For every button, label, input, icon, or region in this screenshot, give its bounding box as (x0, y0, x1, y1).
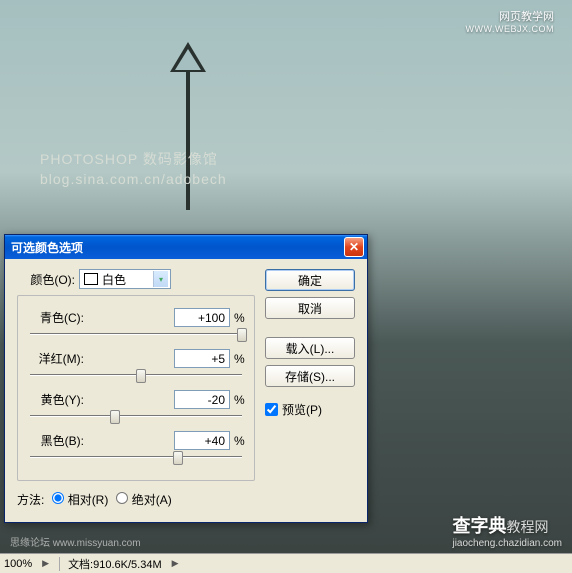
slider-group: 青色(C): % 洋红(M): % (17, 295, 255, 481)
magenta-slider[interactable] (30, 368, 242, 384)
black-thumb[interactable] (173, 451, 183, 465)
color-dropdown-value: 白色 (102, 271, 126, 288)
cyan-label: 青色(C): (26, 309, 88, 326)
watermark-mid-line2: blog.sina.com.cn/adobech (40, 170, 227, 190)
watermark-mid: PHOTOSHOP 数码影像馆 blog.sina.com.cn/adobech (40, 150, 227, 189)
yellow-row: 黄色(Y): % (26, 390, 246, 425)
yellow-slider[interactable] (30, 409, 242, 425)
close-icon: ✕ (349, 240, 359, 254)
magenta-thumb[interactable] (136, 369, 146, 383)
radio-relative[interactable] (52, 492, 64, 504)
preview-label: 预览(P) (282, 401, 322, 418)
doc-size: 文档:910.6K/5.34M (68, 556, 162, 572)
watermark-bottom-right: 查字典教程网 jiaocheng.chazidian.com (452, 512, 562, 549)
watermark-mid-line1: PHOTOSHOP 数码影像馆 (40, 150, 227, 170)
save-button[interactable]: 存储(S)... (265, 365, 355, 387)
watermark-bottom-left: 思缘论坛 www.missyuan.com (10, 534, 141, 549)
watermark-top-line1: 网页教学网 (466, 8, 555, 24)
color-label: 颜色(O): (17, 271, 79, 288)
zoom-chevron-icon[interactable]: ▶ (40, 558, 51, 569)
preview-checkbox[interactable] (265, 403, 278, 416)
load-button[interactable]: 载入(L)... (265, 337, 355, 359)
magenta-label: 洋红(M): (26, 350, 88, 367)
color-dropdown[interactable]: 白色 ▾ (79, 269, 171, 289)
cyan-slider[interactable] (30, 327, 242, 343)
method-absolute-option[interactable]: 绝对(A) (116, 491, 171, 508)
chevron-down-icon: ▾ (153, 271, 168, 287)
close-button[interactable]: ✕ (344, 237, 364, 257)
watermark-top-line2: WWW.WEBJX.COM (466, 24, 555, 34)
zoom-level[interactable]: 100% (4, 558, 32, 570)
black-label: 黑色(B): (26, 432, 88, 449)
color-swatch-icon (84, 273, 98, 285)
black-input[interactable] (174, 431, 230, 450)
watermark-top: 网页教学网 WWW.WEBJX.COM (466, 8, 555, 34)
selective-color-dialog: 可选颜色选项 ✕ 颜色(O): 白色 ▾ 青色(C): % (4, 234, 368, 523)
magenta-input[interactable] (174, 349, 230, 368)
ok-button[interactable]: 确定 (265, 269, 355, 291)
bg-signpost (170, 42, 206, 72)
dialog-titlebar[interactable]: 可选颜色选项 ✕ (5, 235, 367, 259)
yellow-input[interactable] (174, 390, 230, 409)
black-row: 黑色(B): % (26, 431, 246, 466)
cyan-row: 青色(C): % (26, 308, 246, 343)
method-row: 方法: 相对(R) 绝对(A) (17, 491, 255, 508)
percent-label: % (230, 311, 246, 325)
status-bar: 100% ▶ 文档:910.6K/5.34M ▶ (0, 553, 572, 573)
method-relative-option[interactable]: 相对(R) (52, 491, 108, 508)
cancel-button[interactable]: 取消 (265, 297, 355, 319)
radio-absolute[interactable] (116, 492, 128, 504)
method-label: 方法: (17, 491, 44, 508)
doc-chevron-icon[interactable]: ▶ (170, 558, 181, 569)
cyan-thumb[interactable] (237, 328, 247, 342)
yellow-thumb[interactable] (110, 410, 120, 424)
black-slider[interactable] (30, 450, 242, 466)
dialog-title: 可选颜色选项 (11, 239, 83, 256)
yellow-label: 黄色(Y): (26, 391, 88, 408)
cyan-input[interactable] (174, 308, 230, 327)
magenta-row: 洋红(M): % (26, 349, 246, 384)
